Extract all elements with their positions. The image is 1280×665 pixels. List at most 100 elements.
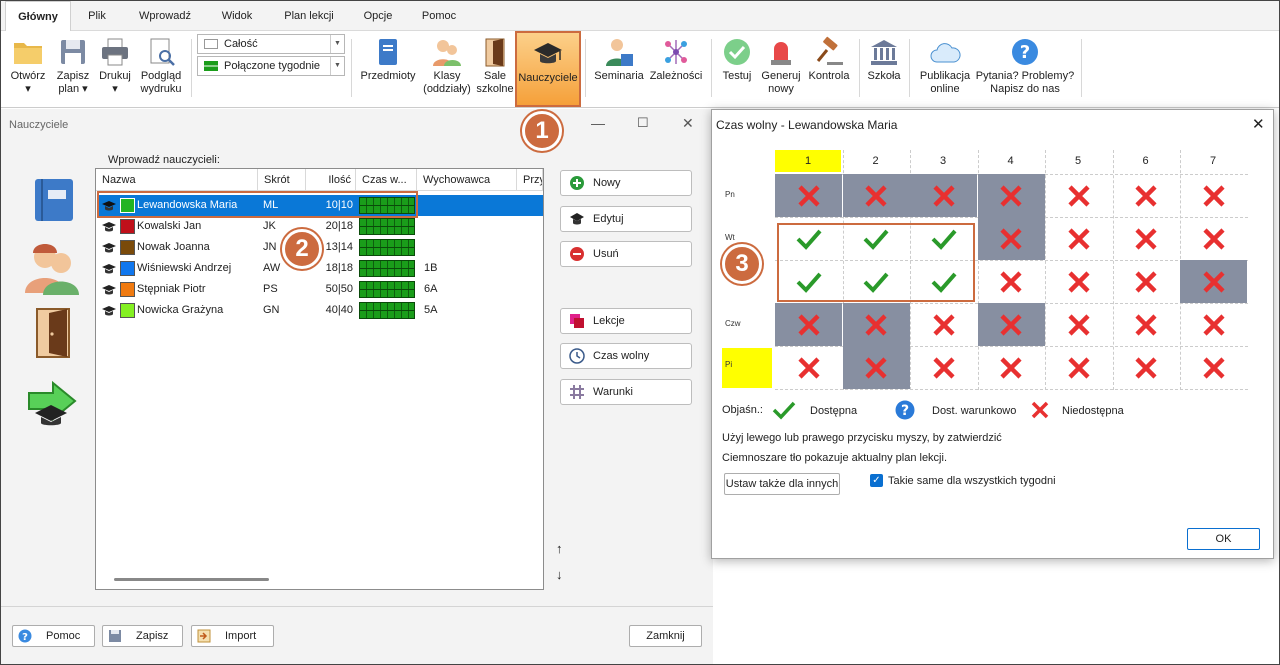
availability-cell[interactable] xyxy=(978,346,1045,389)
table-row[interactable]: Nowicka Grażyna GN 40|40 5A xyxy=(97,300,543,321)
availability-cell[interactable] xyxy=(910,303,977,346)
day-label[interactable]: Czw xyxy=(725,319,741,328)
tab-widok[interactable]: Widok xyxy=(211,1,263,31)
print-button[interactable]: Drukuj ▾ xyxy=(95,31,135,107)
availability-cell[interactable] xyxy=(977,217,1045,260)
weeks-combo[interactable]: Połączone tygodnie ▼ xyxy=(197,56,345,76)
open-button[interactable]: Otwórz ▾ xyxy=(7,31,49,107)
availability-cell[interactable] xyxy=(842,303,910,346)
edit-teacher-button[interactable]: Edytuj xyxy=(560,206,692,232)
print-preview-button[interactable]: Podgląd wydruku xyxy=(137,31,185,107)
table-row[interactable]: Wiśniewski Andrzej AW 18|18 1B xyxy=(97,258,543,279)
availability-cell[interactable] xyxy=(1045,217,1112,260)
availability-cell[interactable] xyxy=(910,174,977,217)
availability-cell[interactable] xyxy=(1113,260,1180,303)
day-label[interactable]: Pn xyxy=(725,190,735,199)
save-button[interactable]: Zapisz xyxy=(102,625,183,647)
availability-cell[interactable] xyxy=(1113,217,1180,260)
column-header-time[interactable]: Czas w... xyxy=(356,169,417,191)
availability-cell[interactable] xyxy=(1113,174,1180,217)
teachers-button[interactable]: Nauczyciele xyxy=(515,31,581,107)
school-button[interactable]: Szkoła xyxy=(863,31,905,107)
help-button[interactable]: ? Pomoc xyxy=(12,625,95,647)
day-label[interactable]: Wt xyxy=(725,233,735,242)
rooms-door-icon[interactable] xyxy=(35,307,71,359)
classes-people-icon[interactable] xyxy=(25,239,79,295)
tab-plik[interactable]: Plik xyxy=(77,1,117,31)
maximize-icon[interactable]: ☐ xyxy=(637,115,649,131)
availability-cell[interactable] xyxy=(1045,174,1112,217)
support-button[interactable]: ? Pytania? Problemy? Napisz do nas xyxy=(975,31,1075,107)
availability-cell[interactable] xyxy=(842,346,910,389)
availability-cell[interactable] xyxy=(910,346,977,389)
table-row[interactable]: Kowalski Jan JK 20|18 xyxy=(97,216,543,237)
test-button[interactable]: Testuj xyxy=(717,31,757,107)
subjects-book-icon[interactable] xyxy=(33,177,75,223)
table-row[interactable]: Stępniak Piotr PS 50|50 6A xyxy=(97,279,543,300)
same-weeks-checkbox[interactable]: ✓ xyxy=(870,474,883,487)
import-button[interactable]: Import xyxy=(191,625,274,647)
control-button[interactable]: Kontrola xyxy=(805,31,853,107)
teachers-arrow-icon[interactable] xyxy=(25,379,79,427)
classes-button[interactable]: Klasy (oddziały) xyxy=(419,31,475,107)
move-down-icon[interactable]: ↓ xyxy=(556,567,563,582)
subjects-button[interactable]: Przedmioty xyxy=(357,31,419,107)
day-label[interactable]: Pi xyxy=(722,348,772,388)
period-header[interactable]: 6 xyxy=(1113,150,1179,172)
column-header-abbr[interactable]: Skrót xyxy=(258,169,306,191)
tab-opcje[interactable]: Opcje xyxy=(353,1,403,31)
availability-cell[interactable] xyxy=(1180,346,1247,389)
close-icon[interactable]: ✕ xyxy=(682,115,694,132)
dependencies-button[interactable]: Zależności xyxy=(647,31,705,107)
availability-cell[interactable] xyxy=(1045,260,1112,303)
horizontal-scrollbar[interactable] xyxy=(114,578,269,581)
availability-cell[interactable] xyxy=(775,303,842,346)
close-button[interactable]: Zamknij xyxy=(629,625,702,647)
availability-cell[interactable] xyxy=(1180,303,1247,346)
seminars-button[interactable]: Seminaria xyxy=(591,31,647,107)
column-header-count[interactable]: Ilość xyxy=(306,169,356,191)
ok-button[interactable]: OK xyxy=(1187,528,1260,550)
tab-pomoc[interactable]: Pomoc xyxy=(411,1,467,31)
column-header-name[interactable]: Nazwa xyxy=(96,169,258,191)
free-time-button[interactable]: Czas wolny xyxy=(560,343,692,369)
period-header[interactable]: 3 xyxy=(910,150,976,172)
availability-cell[interactable] xyxy=(1045,346,1112,389)
delete-teacher-button[interactable]: Usuń xyxy=(560,241,692,267)
period-header[interactable]: 7 xyxy=(1180,150,1246,172)
scope-combo[interactable]: Całość ▼ xyxy=(197,34,345,54)
availability-cell[interactable] xyxy=(1113,346,1180,389)
availability-cell[interactable] xyxy=(1180,174,1247,217)
period-header[interactable]: 1 xyxy=(775,150,841,172)
period-header[interactable]: 4 xyxy=(978,150,1044,172)
period-header[interactable]: 5 xyxy=(1045,150,1111,172)
availability-cell[interactable] xyxy=(1045,303,1112,346)
generate-button[interactable]: Generuj nowy xyxy=(757,31,805,107)
column-header-class[interactable]: Wychowawca xyxy=(417,169,517,191)
lessons-button[interactable]: Lekcje xyxy=(560,308,692,334)
availability-cell[interactable] xyxy=(977,303,1045,346)
rooms-button[interactable]: Sale szkolne xyxy=(475,31,515,107)
tab-glowny[interactable]: Główny xyxy=(5,1,71,32)
save-plan-button[interactable]: Zapisz plan ▾ xyxy=(53,31,93,107)
availability-cell[interactable] xyxy=(1180,260,1247,303)
conditions-button[interactable]: Warunki xyxy=(560,379,692,405)
minimize-icon[interactable]: — xyxy=(591,115,605,131)
availability-cell[interactable] xyxy=(1180,217,1247,260)
tab-plan-lekcji[interactable]: Plan lekcji xyxy=(273,1,345,31)
availability-cell[interactable] xyxy=(977,174,1045,217)
apply-to-others-button[interactable]: Ustaw także dla innych xyxy=(724,473,840,495)
lessons-icon xyxy=(570,314,584,328)
availability-cell[interactable] xyxy=(775,346,842,389)
publish-online-button[interactable]: Publikacja online xyxy=(915,31,975,107)
availability-cell[interactable] xyxy=(842,174,910,217)
column-header-extra[interactable]: Przy xyxy=(517,169,543,191)
availability-cell[interactable] xyxy=(978,260,1045,303)
period-header[interactable]: 2 xyxy=(843,150,909,172)
new-teacher-button[interactable]: Nowy xyxy=(560,170,692,196)
availability-cell[interactable] xyxy=(1113,303,1180,346)
close-icon[interactable]: ✕ xyxy=(1252,115,1265,133)
tab-wprowadz[interactable]: Wprowadź xyxy=(125,1,205,31)
availability-cell[interactable] xyxy=(775,174,842,217)
move-up-icon[interactable]: ↑ xyxy=(556,541,563,556)
